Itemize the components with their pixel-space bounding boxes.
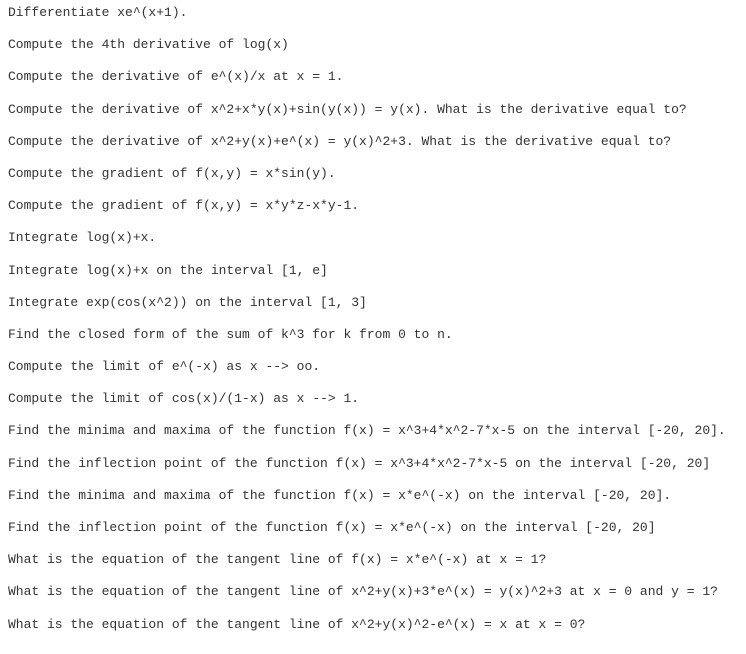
problem-line: Differentiate xe^(x+1). [8, 4, 738, 22]
problem-line: Integrate log(x)+x on the interval [1, e… [8, 262, 738, 280]
problem-line: Compute the limit of cos(x)/(1-x) as x -… [8, 390, 738, 408]
problem-line: Find the minima and maxima of the functi… [8, 422, 738, 440]
problem-line: Compute the gradient of f(x,y) = x*sin(y… [8, 165, 738, 183]
problem-line: Compute the derivative of e^(x)/x at x =… [8, 68, 738, 86]
problem-line: Find the closed form of the sum of k^3 f… [8, 326, 738, 344]
problem-line: Compute the gradient of f(x,y) = x*y*z-x… [8, 197, 738, 215]
problem-line: What is the equation of the tangent line… [8, 551, 738, 569]
problem-line: Compute the limit of e^(-x) as x --> oo. [8, 358, 738, 376]
problem-line: Find the inflection point of the functio… [8, 519, 738, 537]
problem-line: Integrate log(x)+x. [8, 229, 738, 247]
problem-line: What is the equation of the tangent line… [8, 583, 738, 601]
problem-line: What is the equation of the tangent line… [8, 616, 738, 634]
problem-line: Compute the 4th derivative of log(x) [8, 36, 738, 54]
problem-line: Compute the derivative of x^2+y(x)+e^(x)… [8, 133, 738, 151]
problem-line: Find the minima and maxima of the functi… [8, 487, 738, 505]
math-problems-list: Differentiate xe^(x+1). Compute the 4th … [8, 4, 738, 634]
problem-line: Compute the derivative of x^2+x*y(x)+sin… [8, 101, 738, 119]
problem-line: Find the inflection point of the functio… [8, 455, 738, 473]
problem-line: Integrate exp(cos(x^2)) on the interval … [8, 294, 738, 312]
